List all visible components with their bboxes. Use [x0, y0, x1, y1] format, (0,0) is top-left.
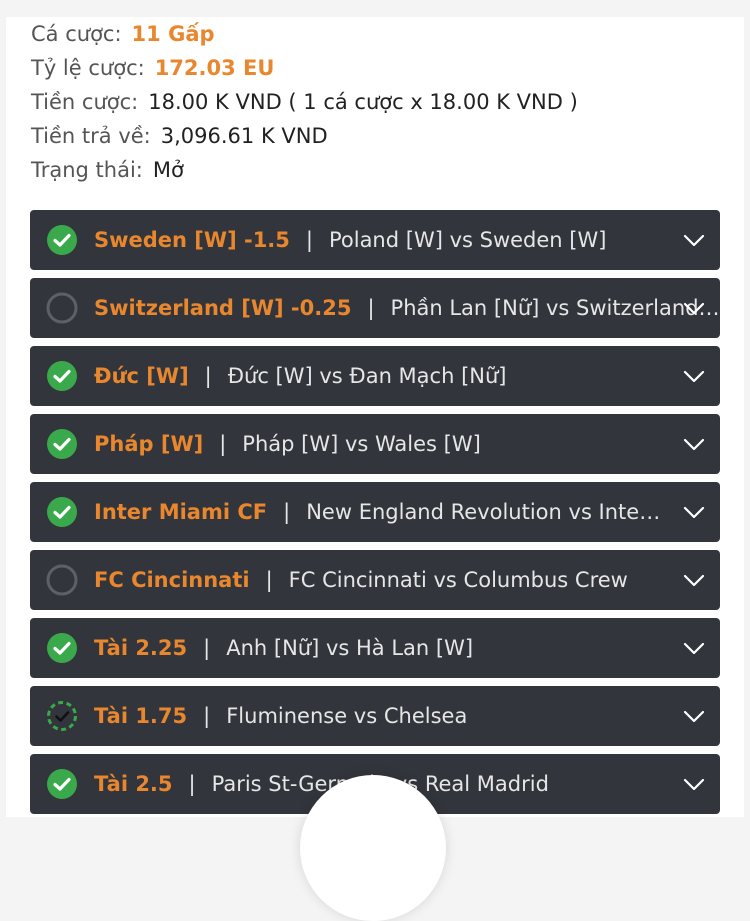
- bet-match: Phần Lan [Nữ] vs Switzerland [W]: [390, 296, 720, 320]
- chevron-down-icon[interactable]: [682, 706, 706, 726]
- stake-row: Tiền cược: 18.00 K VND ( 1 cá cược x 18.…: [31, 85, 578, 119]
- bet-pick: Đức [W]: [94, 364, 189, 388]
- payout-value: 3,096.61 K VND: [160, 124, 328, 148]
- separator: |: [203, 636, 211, 660]
- bet-type-row: Cá cược: 11 Gấp: [31, 17, 578, 51]
- bet-match: Pháp [W] vs Wales [W]: [242, 432, 481, 456]
- bet-pick: Switzerland [W] -0.25: [94, 296, 352, 320]
- chevron-down-icon[interactable]: [682, 434, 706, 454]
- bet-type-label: Cá cược:: [31, 22, 122, 46]
- separator: |: [203, 704, 211, 728]
- check-circle-icon: [46, 360, 78, 392]
- odds-label: Tỷ lệ cược:: [31, 56, 145, 80]
- check-circle-icon: [46, 632, 78, 664]
- floating-action-button[interactable]: [300, 775, 446, 921]
- chevron-down-icon[interactable]: [682, 366, 706, 386]
- stake-value: 18.00 K VND ( 1 cá cược x 18.00 K VND ): [148, 90, 578, 114]
- bet-pick: Inter Miami CF: [94, 500, 268, 524]
- check-circle-icon: [46, 428, 78, 460]
- chevron-down-icon[interactable]: [682, 230, 706, 250]
- odds-value: 172.03 EU: [154, 56, 275, 80]
- bet-leg-row[interactable]: Tài 2.25 | Anh [Nữ] vs Hà Lan [W]: [30, 618, 720, 678]
- separator: |: [367, 296, 375, 320]
- stake-label: Tiền cược:: [31, 90, 139, 114]
- separator: |: [188, 772, 196, 796]
- bet-leg-row[interactable]: Tài 1.75 | Fluminense vs Chelsea: [30, 686, 720, 746]
- bet-match: New England Revolution vs Inter Miami CF: [306, 500, 666, 524]
- status-label: Trạng thái:: [31, 158, 143, 182]
- bet-type-value: 11 Gấp: [131, 22, 215, 46]
- bet-match: Đức [W] vs Đan Mạch [Nữ]: [227, 364, 507, 388]
- bet-pick: Tài 1.75: [94, 704, 188, 728]
- chevron-down-icon[interactable]: [682, 774, 706, 794]
- pending-circle-icon: [46, 292, 78, 324]
- bet-pick: FC Cincinnati: [94, 568, 250, 592]
- status-value: Mở: [152, 158, 184, 182]
- bet-summary: Cá cược: 11 Gấp Tỷ lệ cược: 172.03 EU Ti…: [31, 17, 578, 187]
- bet-pick: Tài 2.5: [94, 772, 173, 796]
- bet-leg-row[interactable]: FC Cincinnati | FC Cincinnati vs Columbus …: [30, 550, 720, 610]
- separator: |: [283, 500, 291, 524]
- chevron-down-icon[interactable]: [682, 570, 706, 590]
- check-circle-icon: [46, 224, 78, 256]
- payout-row: Tiền trả về: 3,096.61 K VND: [31, 119, 578, 153]
- bet-match: FC Cincinnati vs Columbus Crew: [288, 568, 628, 592]
- bet-leg-row[interactable]: Sweden [W] -1.5 | Poland [W] vs Sweden [W]: [30, 210, 720, 270]
- bet-leg-row[interactable]: Pháp [W] | Pháp [W] vs Wales [W]: [30, 414, 720, 474]
- status-row: Trạng thái: Mở: [31, 153, 578, 187]
- chevron-down-icon[interactable]: [682, 638, 706, 658]
- bet-match: Fluminense vs Chelsea: [226, 704, 468, 728]
- payout-label: Tiền trả về:: [31, 124, 151, 148]
- bet-match: Poland [W] vs Sweden [W]: [328, 228, 607, 252]
- bet-slip-panel: Cá cược: 11 Gấp Tỷ lệ cược: 172.03 EU Ti…: [6, 17, 744, 817]
- bet-match: Anh [Nữ] vs Hà Lan [W]: [226, 636, 474, 660]
- pending-circle-icon: [46, 564, 78, 596]
- check-circle-icon: [46, 768, 78, 800]
- bet-legs-list: Sweden [W] -1.5 | Poland [W] vs Sweden [W]…: [30, 210, 720, 822]
- bet-pick: Tài 2.25: [94, 636, 188, 660]
- separator: |: [204, 364, 212, 388]
- bet-pick: Pháp [W]: [94, 432, 204, 456]
- separator: |: [265, 568, 273, 592]
- half-won-icon: [46, 700, 78, 732]
- separator: |: [305, 228, 313, 252]
- bet-leg-row[interactable]: Inter Miami CF | New England Revolution vs…: [30, 482, 720, 542]
- bet-leg-row[interactable]: Switzerland [W] -0.25 | Phần Lan [Nữ] vs S…: [30, 278, 720, 338]
- check-circle-icon: [46, 496, 78, 528]
- bet-pick: Sweden [W] -1.5: [94, 228, 290, 252]
- chevron-down-icon[interactable]: [682, 298, 706, 318]
- separator: |: [219, 432, 227, 456]
- chevron-down-icon[interactable]: [682, 502, 706, 522]
- odds-row: Tỷ lệ cược: 172.03 EU: [31, 51, 578, 85]
- bet-leg-row[interactable]: Đức [W] | Đức [W] vs Đan Mạch [Nữ]: [30, 346, 720, 406]
